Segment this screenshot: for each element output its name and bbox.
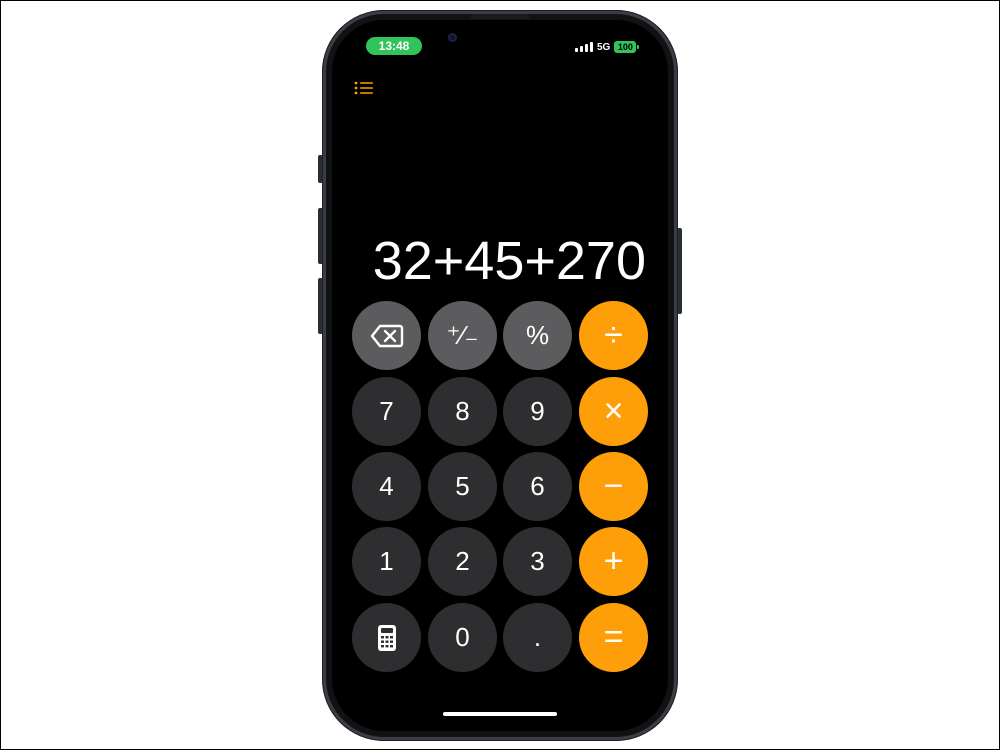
- digit-6-button[interactable]: 6: [503, 452, 572, 521]
- plus-button[interactable]: +: [579, 527, 648, 596]
- signal-strength-icon: [575, 42, 593, 52]
- plus-label: +: [603, 542, 624, 580]
- network-type: 5G: [597, 41, 611, 53]
- divide-label: ÷: [604, 316, 623, 354]
- multiply-button[interactable]: ×: [579, 377, 648, 446]
- status-indicators: 5G 100: [575, 40, 640, 54]
- calculator-mode-button[interactable]: [352, 603, 421, 672]
- home-indicator[interactable]: [443, 712, 557, 716]
- digit-5-label: 5: [455, 471, 470, 501]
- decimal-label: .: [533, 622, 542, 652]
- digit-0-button[interactable]: 0: [428, 603, 497, 672]
- digit-1-label: 1: [379, 546, 394, 576]
- percent-label: %: [525, 320, 550, 350]
- digit-5-button[interactable]: 5: [428, 452, 497, 521]
- percent-button[interactable]: %: [503, 301, 572, 370]
- front-camera: [448, 33, 457, 42]
- backspace-icon: [370, 324, 403, 347]
- digit-3-label: 3: [530, 546, 545, 576]
- digit-6-label: 6: [530, 471, 545, 501]
- digit-9-label: 9: [530, 396, 545, 426]
- equals-label: =: [603, 618, 624, 656]
- digit-4-label: 4: [379, 471, 394, 501]
- calculator-icon: [377, 624, 396, 651]
- status-time: 13:48: [366, 37, 422, 55]
- digit-4-button[interactable]: 4: [352, 452, 421, 521]
- digit-8-button[interactable]: 8: [428, 377, 497, 446]
- minus-button[interactable]: −: [579, 452, 648, 521]
- digit-1-button[interactable]: 1: [352, 527, 421, 596]
- digit-8-label: 8: [455, 396, 470, 426]
- digit-2-button[interactable]: 2: [428, 527, 497, 596]
- minus-label: −: [603, 467, 624, 505]
- battery-icon: 100: [614, 41, 640, 53]
- digit-0-label: 0: [455, 622, 470, 652]
- earpiece-speaker: [470, 14, 530, 19]
- decimal-button[interactable]: .: [503, 603, 572, 672]
- equals-button[interactable]: =: [579, 603, 648, 672]
- divide-button[interactable]: ÷: [579, 301, 648, 370]
- plus-minus-label: ⁺∕₋: [446, 320, 479, 350]
- list-icon[interactable]: [354, 80, 374, 96]
- multiply-label: ×: [603, 392, 624, 430]
- calculator-display: 32+45+270: [372, 231, 646, 291]
- digit-2-label: 2: [455, 546, 470, 576]
- plus-minus-button[interactable]: ⁺∕₋: [428, 301, 497, 370]
- digit-7-button[interactable]: 7: [352, 377, 421, 446]
- digit-3-button[interactable]: 3: [503, 527, 572, 596]
- backspace-button[interactable]: [352, 301, 421, 370]
- digit-9-button[interactable]: 9: [503, 377, 572, 446]
- digit-7-label: 7: [379, 396, 394, 426]
